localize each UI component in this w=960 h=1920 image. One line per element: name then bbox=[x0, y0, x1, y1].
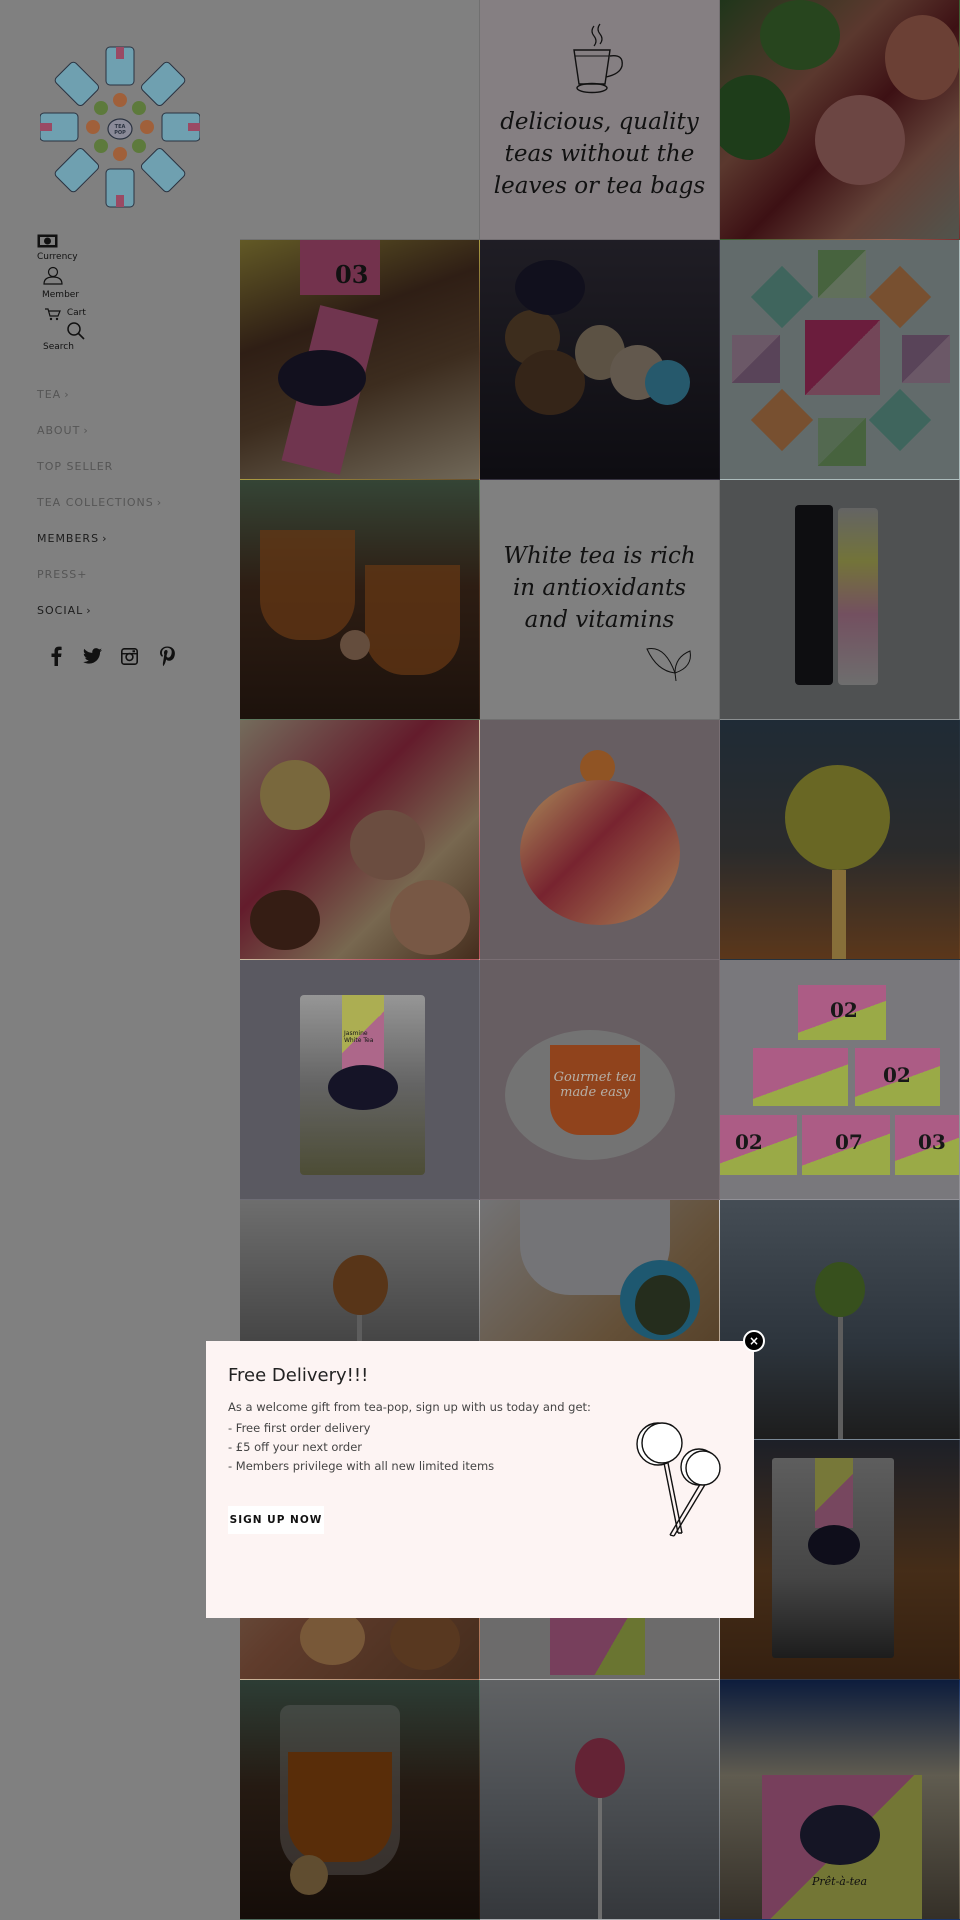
quote-line: and vitamins bbox=[524, 607, 675, 633]
chevron-right-icon: › bbox=[156, 495, 163, 509]
grid-tile-quote-tea[interactable]: delicious, quality teas without the leav… bbox=[480, 0, 720, 240]
chevron-right-icon: › bbox=[102, 531, 108, 545]
instagram-feed-grid: delicious, quality teas without the leav… bbox=[240, 0, 960, 1920]
quote-line: teas without the bbox=[504, 141, 695, 167]
facebook-icon[interactable] bbox=[46, 645, 65, 667]
chevron-right-icon: › bbox=[64, 387, 70, 401]
tea-leaf-icon bbox=[646, 648, 691, 682]
tin-number: 07 bbox=[835, 1130, 863, 1154]
nav-item-social[interactable]: SOCIAL › bbox=[37, 592, 162, 628]
instagram-icon[interactable] bbox=[120, 645, 139, 667]
nav-item-press[interactable]: PRESS + bbox=[37, 556, 162, 592]
quote-line: delicious, quality bbox=[500, 109, 699, 135]
search-link[interactable]: Search bbox=[43, 321, 86, 352]
nav-item-tea[interactable]: TEA › bbox=[37, 376, 162, 412]
bag-label: Jasmine White Tea bbox=[344, 1030, 374, 1044]
teacup-icon bbox=[573, 23, 623, 94]
cart-label: Cart bbox=[66, 308, 86, 318]
tin-number: 03 bbox=[918, 1130, 946, 1154]
tile-quote-tea-text: delicious, quality teas without the leav… bbox=[480, 106, 719, 202]
tin-number: 02 bbox=[830, 998, 858, 1022]
grid-tile-photo-tea-glass-2[interactable] bbox=[240, 1680, 480, 1920]
plus-icon: + bbox=[77, 567, 88, 581]
quote-line: leaves or tea bags bbox=[493, 173, 706, 199]
grid-tile-photo-tin-stack[interactable]: 02 02 02 07 03 bbox=[720, 960, 960, 1200]
benefit-item: - Members privilege with all new limited… bbox=[228, 1459, 495, 1473]
tin-number: 02 bbox=[735, 1130, 763, 1154]
lollipops-illustration bbox=[636, 1422, 721, 1537]
twitter-icon[interactable] bbox=[83, 645, 102, 667]
main-nav: TEA › ABOUT › TOP SELLER TEA COLLECTIONS › … bbox=[37, 376, 162, 628]
grid-tile-photo-paris-lollipop[interactable] bbox=[480, 1680, 720, 1920]
grid-tile-photo-tea-packets[interactable] bbox=[720, 240, 960, 480]
nav-item-tea-collections[interactable]: TEA COLLECTIONS › bbox=[37, 484, 162, 520]
banknote-icon bbox=[37, 234, 58, 248]
tin-caption: Prêt-à-tea bbox=[812, 1875, 868, 1888]
nav-label: MEMBERS bbox=[37, 531, 100, 545]
grid-tile-photo-tea-balls[interactable] bbox=[720, 0, 960, 240]
tin-number: 03 bbox=[335, 260, 369, 289]
grid-tile-photo-tea-tins[interactable] bbox=[720, 480, 960, 720]
grid-tile-photo-lollipop-bouquet[interactable] bbox=[480, 240, 720, 480]
chevron-right-icon: › bbox=[83, 423, 89, 437]
user-icon bbox=[43, 266, 63, 285]
popup-intro: As a welcome gift from tea-pop, sign up … bbox=[228, 1400, 591, 1414]
grid-tile-photo-pret-a-tea-tin[interactable]: Prêt-à-tea bbox=[720, 1680, 960, 1920]
sign-up-now-button[interactable]: SIGN UP NOW bbox=[228, 1506, 324, 1534]
search-label: Search bbox=[43, 342, 74, 352]
nav-label: TOP SELLER bbox=[37, 459, 114, 473]
tea-pop-logo[interactable]: TEA POP bbox=[40, 45, 200, 210]
nav-item-about[interactable]: ABOUT › bbox=[37, 412, 162, 448]
grid-tile-photo-matcha-lollipop[interactable] bbox=[720, 720, 960, 960]
member-link[interactable]: Member bbox=[42, 266, 79, 300]
close-icon: × bbox=[748, 1334, 760, 1348]
nav-item-members[interactable]: MEMBERS › bbox=[37, 520, 162, 556]
benefits-list: - Free first order delivery - £5 off you… bbox=[228, 1419, 494, 1476]
cart-link[interactable]: Cart bbox=[45, 308, 86, 321]
benefit-item: - Free first order delivery bbox=[228, 1421, 371, 1435]
grid-tile-teapot-cakes[interactable] bbox=[480, 720, 720, 960]
svg-text:POP: POP bbox=[114, 130, 126, 136]
currency-label: Currency bbox=[37, 252, 78, 262]
cart-icon bbox=[45, 308, 61, 321]
nav-item-top-seller[interactable]: TOP SELLER bbox=[37, 448, 162, 484]
grid-tile-blank bbox=[240, 0, 480, 240]
nav-label: TEA COLLECTIONS bbox=[37, 495, 154, 509]
popup-title: Free Delivery!!! bbox=[228, 1365, 369, 1386]
quote-line: in antioxidants bbox=[512, 575, 687, 601]
grid-tile-teapot-gourmet[interactable]: Gourmet tea made easy bbox=[480, 960, 720, 1200]
benefit-item: - £5 off your next order bbox=[228, 1440, 363, 1454]
popup-close-button[interactable]: × bbox=[743, 1330, 765, 1352]
nav-label: SOCIAL bbox=[37, 603, 84, 617]
grid-tile-photo-white-tea-bag[interactable] bbox=[720, 1440, 960, 1680]
pinterest-icon[interactable] bbox=[157, 645, 176, 667]
chevron-right-icon: › bbox=[86, 603, 92, 617]
grid-tile-photo-tea-cakes[interactable] bbox=[240, 720, 480, 960]
sidebar: TEA POP Currency Member Cart Search TEA ›… bbox=[0, 0, 240, 1875]
overlay-text-gourmet: Gourmet tea made easy bbox=[553, 1070, 637, 1100]
quote-line: White tea is rich bbox=[503, 543, 696, 569]
free-delivery-popup: Free Delivery!!! As a welcome gift from … bbox=[206, 1341, 754, 1618]
currency-link[interactable]: Currency bbox=[37, 234, 78, 262]
tile-quote-white-tea-text: White tea is rich in antioxidants and vi… bbox=[480, 540, 719, 636]
grid-tile-quote-white-tea[interactable]: White tea is rich in antioxidants and vi… bbox=[480, 480, 720, 720]
grid-tile-photo-glass-tea[interactable] bbox=[240, 480, 480, 720]
nav-label: ABOUT bbox=[37, 423, 81, 437]
tin-number: 02 bbox=[883, 1063, 911, 1087]
search-icon bbox=[67, 322, 85, 340]
nav-label: TEA bbox=[37, 387, 62, 401]
nav-label: PRESS bbox=[37, 567, 78, 581]
member-label: Member bbox=[42, 290, 80, 300]
social-links bbox=[46, 645, 176, 667]
grid-tile-photo-arch-lollipop[interactable] bbox=[720, 1200, 960, 1440]
grid-tile-photo-gift-box[interactable]: 03 bbox=[240, 240, 480, 480]
grid-tile-photo-jasmine-bag[interactable]: Jasmine White Tea bbox=[240, 960, 480, 1200]
